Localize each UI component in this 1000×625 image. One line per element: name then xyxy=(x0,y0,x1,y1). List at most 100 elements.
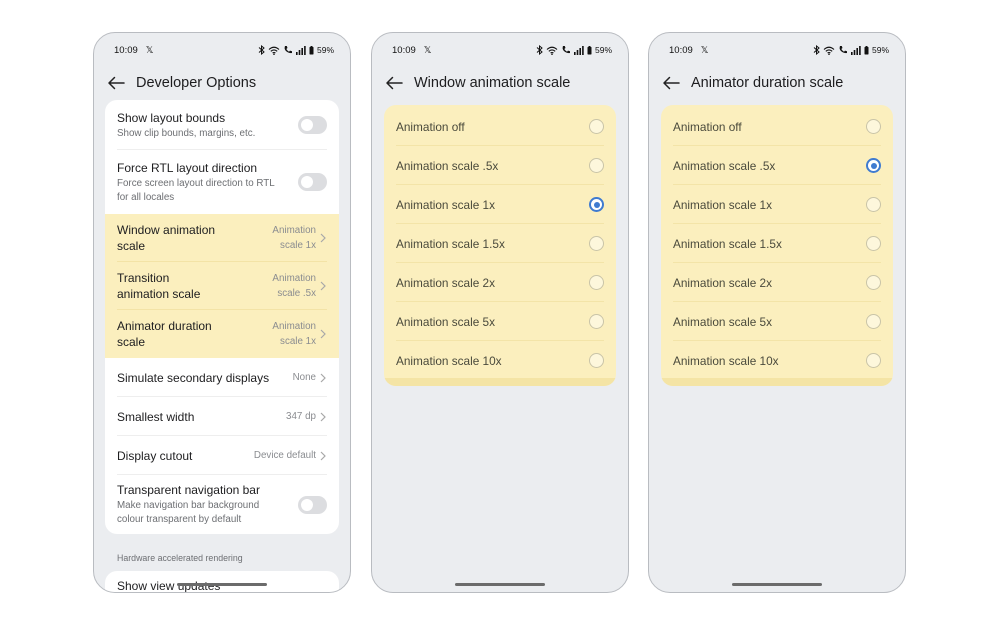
card-footer xyxy=(384,378,616,386)
card-footer xyxy=(661,378,893,386)
setting-label: Show layout bounds xyxy=(117,110,226,125)
setting-label: Transition animation scale xyxy=(117,271,201,301)
option-animation-scale-1-5x[interactable]: Animation scale 1.5x xyxy=(384,224,616,263)
toggle-knob xyxy=(301,498,313,511)
app-bar: Developer Options xyxy=(106,71,340,95)
radio-button[interactable] xyxy=(866,275,881,290)
setting-label: Smallest width xyxy=(117,409,195,424)
option-label: Animation scale 10x xyxy=(673,353,779,368)
options-card: Animation off Animation scale .5x Animat… xyxy=(384,105,616,386)
setting-label: Transparent navigation bar xyxy=(117,483,260,497)
setting-row-simulate-secondary-displays[interactable]: Simulate secondary displays None xyxy=(105,358,339,397)
option-label: Animation off xyxy=(673,119,742,134)
battery-percent: 59% xyxy=(316,45,334,55)
option-label: Animation scale .5x xyxy=(673,158,776,173)
back-button[interactable] xyxy=(384,73,404,93)
option-label: Animation scale 5x xyxy=(673,314,773,329)
toggle-knob xyxy=(301,119,313,131)
option-animation-scale-1x[interactable]: Animation scale 1x xyxy=(384,185,616,224)
page-title: Animator duration scale xyxy=(691,75,844,91)
option-animation-off[interactable]: Animation off xyxy=(661,107,893,146)
radio-button[interactable] xyxy=(866,236,881,251)
setting-row-smallest-width[interactable]: Smallest width 347 dp xyxy=(105,397,339,436)
wifi-icon xyxy=(823,46,835,55)
option-animation-scale-2x[interactable]: Animation scale 2x xyxy=(384,263,616,302)
battery-percent: 59% xyxy=(594,45,612,55)
radio-button[interactable] xyxy=(589,119,604,134)
setting-value: None xyxy=(292,372,316,383)
x-app-icon: 𝕏 xyxy=(145,44,154,56)
radio-button-selected[interactable] xyxy=(589,197,604,212)
page-title: Developer Options xyxy=(136,75,257,91)
setting-value: Animation scale .5x xyxy=(272,273,316,299)
radio-button[interactable] xyxy=(866,197,881,212)
phone-developer-options: 10:09 𝕏 59% Developer Options Show layou… xyxy=(93,32,351,593)
x-app-icon: 𝕏 xyxy=(700,44,709,56)
chevron-right-icon xyxy=(320,412,326,421)
radio-button[interactable] xyxy=(589,353,604,368)
option-label: Animation scale .5x xyxy=(396,158,499,173)
bluetooth-icon xyxy=(536,45,543,55)
phone-animator-duration-scale: 10:09 𝕏 59% Animator duration scale Anim… xyxy=(648,32,906,593)
radio-button[interactable] xyxy=(589,158,604,173)
option-animation-scale-5x[interactable]: Animation scale 5x xyxy=(661,302,893,341)
option-animation-scale-1-5x[interactable]: Animation scale 1.5x xyxy=(661,224,893,263)
toggle-switch[interactable] xyxy=(298,116,327,134)
wifi-calling-icon xyxy=(839,46,847,54)
setting-description: Make navigation bar background colour tr… xyxy=(117,500,260,525)
radio-button[interactable] xyxy=(589,236,604,251)
option-animation-scale-10x[interactable]: Animation scale 10x xyxy=(661,341,893,380)
status-time: 10:09 xyxy=(392,44,416,56)
setting-value: Animation scale 1x xyxy=(272,321,316,347)
wifi-calling-icon xyxy=(562,46,570,54)
option-label: Animation scale 2x xyxy=(673,275,773,290)
battery-icon xyxy=(587,45,592,54)
battery-percent: 59% xyxy=(871,45,889,55)
gesture-bar[interactable] xyxy=(455,583,545,586)
chevron-right-icon xyxy=(320,373,326,382)
signal-icon xyxy=(850,45,861,55)
setting-row-display-cutout[interactable]: Display cutout Device default xyxy=(105,436,339,475)
option-animation-scale-5x[interactable]: Animation scale 5x xyxy=(384,302,616,341)
setting-row-transparent-navigation-bar[interactable]: Transparent navigation bar Make navigati… xyxy=(105,475,339,534)
option-label: Animation scale 1x xyxy=(673,197,773,212)
setting-value: Device default xyxy=(253,450,316,461)
chevron-right-icon xyxy=(320,451,326,460)
setting-row-transition-animation-scale[interactable]: Transition animation scale Animation sca… xyxy=(105,262,339,310)
radio-button[interactable] xyxy=(866,119,881,134)
setting-row-show-layout-bounds[interactable]: Show layout bounds Show clip bounds, mar… xyxy=(105,100,339,150)
back-button[interactable] xyxy=(661,73,681,93)
option-animation-scale-10x[interactable]: Animation scale 10x xyxy=(384,341,616,380)
setting-description: Force screen layout direction to RTL for… xyxy=(117,177,275,203)
gesture-bar[interactable] xyxy=(732,583,822,586)
options-card: Animation off Animation scale .5x Animat… xyxy=(661,105,893,386)
radio-button[interactable] xyxy=(589,314,604,329)
setting-row-window-animation-scale[interactable]: Window animation scale Animation scale 1… xyxy=(105,214,339,262)
toggle-switch[interactable] xyxy=(298,173,327,191)
option-animation-scale-2x[interactable]: Animation scale 2x xyxy=(661,263,893,302)
setting-row-show-view-updates[interactable]: Show view updates xyxy=(105,571,339,592)
signal-icon xyxy=(295,45,306,55)
wifi-icon xyxy=(546,46,558,55)
setting-value: 347 dp xyxy=(286,411,316,422)
settings-card: Show layout bounds Show clip bounds, mar… xyxy=(105,100,339,534)
bluetooth-icon xyxy=(813,45,820,55)
option-animation-off[interactable]: Animation off xyxy=(384,107,616,146)
option-animation-scale-0-5x[interactable]: Animation scale .5x xyxy=(384,146,616,185)
setting-label: Animator duration scale xyxy=(117,319,212,349)
wifi-icon xyxy=(268,46,280,55)
back-button[interactable] xyxy=(106,73,126,93)
setting-label: Force RTL layout direction xyxy=(117,160,258,175)
option-animation-scale-1x[interactable]: Animation scale 1x xyxy=(661,185,893,224)
toggle-switch[interactable] xyxy=(298,495,327,514)
radio-button[interactable] xyxy=(866,314,881,329)
setting-row-force-rtl[interactable]: Force RTL layout direction Force screen … xyxy=(105,150,339,214)
setting-row-animator-duration-scale[interactable]: Animator duration scale Animation scale … xyxy=(105,310,339,358)
radio-button[interactable] xyxy=(866,353,881,368)
gesture-bar[interactable] xyxy=(177,583,267,586)
signal-icon xyxy=(573,45,584,55)
radio-button-selected[interactable] xyxy=(866,158,881,173)
radio-button[interactable] xyxy=(589,275,604,290)
option-animation-scale-0-5x[interactable]: Animation scale .5x xyxy=(661,146,893,185)
status-time: 10:09 xyxy=(114,44,138,56)
